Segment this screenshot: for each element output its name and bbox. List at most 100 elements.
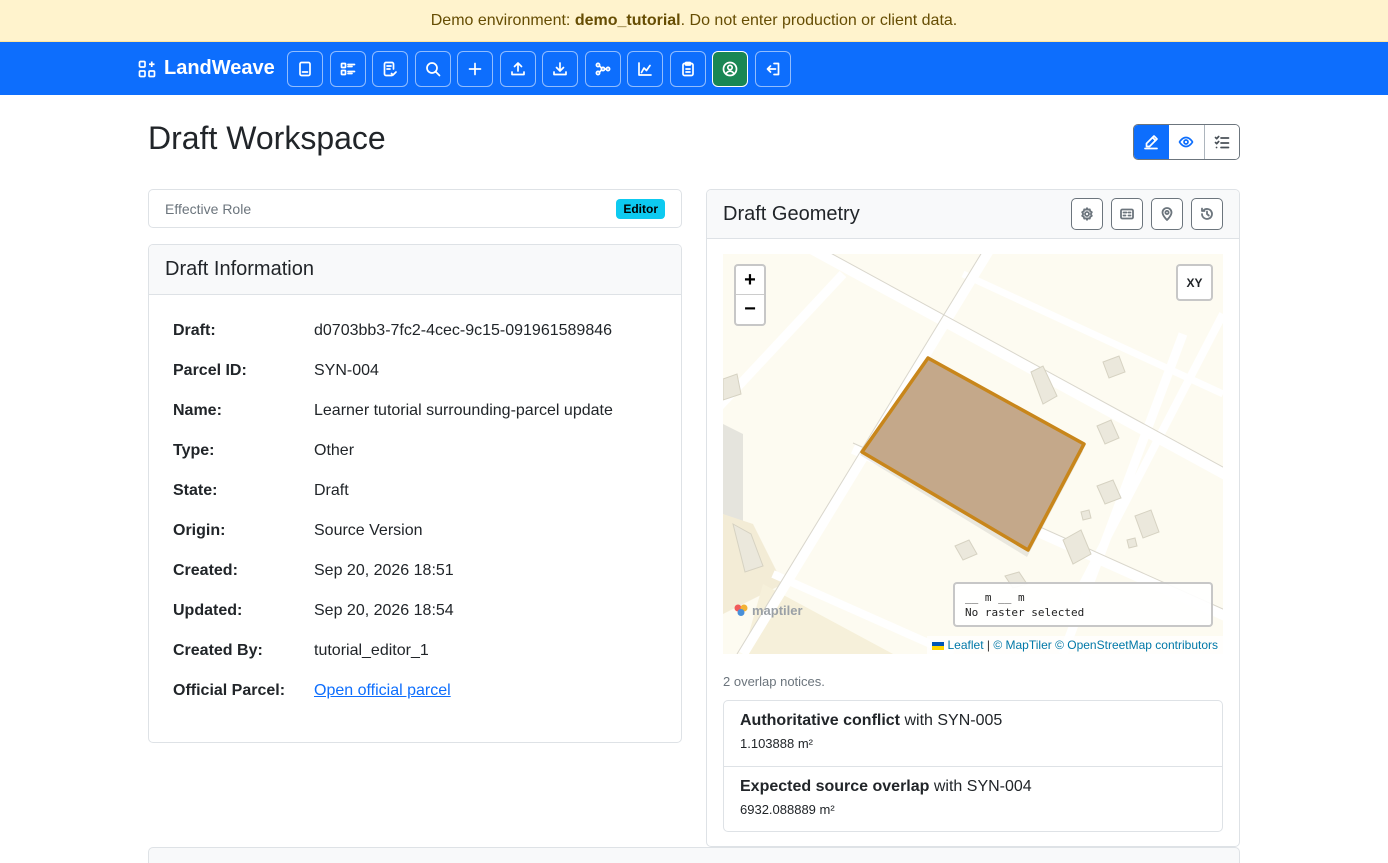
notice-area: 1.103888 m² bbox=[740, 736, 813, 751]
notice-area: 6932.088889 m² bbox=[740, 802, 835, 817]
nav-list-details-button[interactable] bbox=[329, 51, 366, 87]
history-icon bbox=[1201, 207, 1213, 220]
file-check-icon bbox=[383, 61, 397, 77]
settings-icon bbox=[1081, 207, 1093, 221]
pencil-icon bbox=[1144, 135, 1159, 150]
nav-topology-button[interactable] bbox=[584, 51, 621, 87]
notice-title: Expected source overlap bbox=[740, 778, 930, 795]
map-view[interactable]: + − XY maptiler __ m __ m No raster sele… bbox=[723, 254, 1223, 654]
ukraine-flag-icon bbox=[932, 641, 945, 650]
edit-mode-button[interactable] bbox=[1134, 125, 1170, 159]
brand-name: LandWeave bbox=[164, 57, 275, 79]
detail-key: Official Parcel: bbox=[173, 682, 286, 699]
map-land-shading bbox=[723, 424, 743, 524]
effective-role-panel: Effective Role Editor bbox=[148, 189, 682, 228]
geometry-card-button[interactable] bbox=[1111, 198, 1143, 230]
top-navbar: LandWeave bbox=[0, 42, 1388, 95]
chart-icon bbox=[638, 62, 652, 76]
plus-icon bbox=[468, 62, 482, 76]
attribution-separator: | bbox=[983, 638, 994, 652]
overlap-notices-count: 2 overlap notices. bbox=[723, 674, 825, 689]
nav-clipboard-button[interactable] bbox=[669, 51, 706, 87]
detail-key: Type: bbox=[173, 442, 215, 459]
detail-key: Created By: bbox=[173, 642, 263, 659]
map-building bbox=[1080, 509, 1092, 521]
open-official-parcel-link[interactable]: Open official parcel bbox=[314, 682, 451, 700]
overlap-notice: Authoritative conflict with SYN-005 1.10… bbox=[724, 701, 1222, 766]
xy-coordinate-button[interactable]: XY bbox=[1176, 264, 1213, 301]
download-icon bbox=[553, 62, 567, 76]
lower-card-header bbox=[148, 847, 1240, 863]
draft-geometry-title: Draft Geometry bbox=[723, 202, 860, 225]
banner-suffix: . Do not enter production or client data… bbox=[680, 11, 958, 29]
detail-key: Updated: bbox=[173, 602, 243, 619]
draft-geometry-card: Draft Geometry + − XY maptiler __ m __ m… bbox=[706, 189, 1240, 847]
notice-with: with SYN-005 bbox=[900, 712, 1003, 729]
list-details-icon bbox=[340, 62, 355, 76]
nav-account-button[interactable] bbox=[712, 51, 748, 87]
geometry-settings-button[interactable] bbox=[1071, 198, 1103, 230]
search-icon bbox=[425, 62, 440, 77]
apps-icon bbox=[138, 60, 156, 77]
maptiler-link[interactable]: © MapTiler bbox=[993, 638, 1051, 652]
upload-icon bbox=[510, 62, 525, 76]
readout-raster: No raster selected bbox=[965, 606, 1085, 619]
nav-download-button[interactable] bbox=[542, 51, 578, 87]
nav-upload-button[interactable] bbox=[499, 51, 536, 87]
maptiler-logo: maptiler bbox=[733, 602, 803, 618]
map-pin-icon bbox=[1161, 207, 1173, 221]
banner-prefix: Demo environment: bbox=[430, 11, 571, 29]
draft-geometry-header: Draft Geometry bbox=[707, 190, 1239, 239]
detail-value: d0703bb3-7fc2-4cec-9c15-091961589846 bbox=[314, 322, 613, 339]
zoom-control: + − bbox=[734, 264, 766, 326]
readout-distance: __ m __ m bbox=[965, 591, 1025, 604]
demo-environment-banner: Demo environment: demo_tutorial. Do not … bbox=[0, 0, 1388, 42]
nav-logout-button[interactable] bbox=[754, 51, 791, 87]
page-title: Draft Workspace bbox=[148, 120, 386, 156]
maptiler-logo-icon bbox=[734, 604, 748, 616]
nav-search-button[interactable] bbox=[414, 51, 451, 87]
clipboard-icon bbox=[681, 61, 694, 77]
detail-value: Sep 20, 2026 18:54 bbox=[314, 602, 454, 619]
nav-add-button[interactable] bbox=[457, 51, 493, 87]
detail-value: Learner tutorial surrounding-parcel upda… bbox=[314, 402, 613, 419]
draft-information-header: Draft Information bbox=[149, 245, 681, 295]
view-mode-button[interactable] bbox=[1169, 125, 1205, 159]
detail-value: Source Version bbox=[314, 522, 423, 539]
cursor-readout: __ m __ m No raster selected bbox=[953, 582, 1213, 627]
detail-value: Draft bbox=[314, 482, 349, 499]
brand[interactable]: LandWeave bbox=[138, 42, 275, 95]
checklist-icon bbox=[1214, 135, 1230, 149]
notice-title: Authoritative conflict bbox=[740, 712, 901, 729]
detail-key: Parcel ID: bbox=[173, 362, 247, 379]
detail-key: Origin: bbox=[173, 522, 226, 539]
nav-file-check-button[interactable] bbox=[372, 51, 408, 87]
banner-env: demo_tutorial bbox=[574, 11, 681, 29]
leaflet-link[interactable]: Leaflet bbox=[948, 638, 984, 652]
geometry-locate-button[interactable] bbox=[1151, 198, 1183, 230]
book-icon bbox=[299, 61, 311, 77]
detail-key: State: bbox=[173, 482, 218, 499]
nav-book-button[interactable] bbox=[287, 51, 323, 87]
overlap-notice: Expected source overlap with SYN-004 693… bbox=[724, 766, 1222, 831]
role-badge: Editor bbox=[616, 198, 665, 219]
nav-toolbar bbox=[287, 51, 791, 87]
overlap-notices-list: Authoritative conflict with SYN-005 1.10… bbox=[723, 700, 1223, 832]
detail-value: SYN-004 bbox=[314, 362, 379, 379]
nav-chart-button[interactable] bbox=[627, 51, 663, 87]
logout-icon bbox=[766, 62, 779, 76]
checklist-mode-button[interactable] bbox=[1204, 125, 1239, 159]
role-label: Effective Role bbox=[165, 200, 252, 217]
zoom-out-button[interactable]: − bbox=[736, 295, 764, 324]
id-card-icon bbox=[1120, 208, 1134, 220]
zoom-in-button[interactable]: + bbox=[736, 266, 764, 295]
maptiler-logo-text: maptiler bbox=[752, 602, 803, 618]
detail-key: Draft: bbox=[173, 322, 216, 339]
eye-icon bbox=[1179, 136, 1194, 148]
map-attribution: Leaflet | © MapTiler © OpenStreetMap con… bbox=[927, 636, 1223, 654]
openstreetmap-link[interactable]: © OpenStreetMap contributors bbox=[1055, 638, 1218, 652]
geometry-toolbar bbox=[1071, 198, 1223, 230]
topology-icon bbox=[595, 62, 610, 76]
detail-key: Name: bbox=[173, 402, 222, 419]
geometry-history-button[interactable] bbox=[1191, 198, 1223, 230]
